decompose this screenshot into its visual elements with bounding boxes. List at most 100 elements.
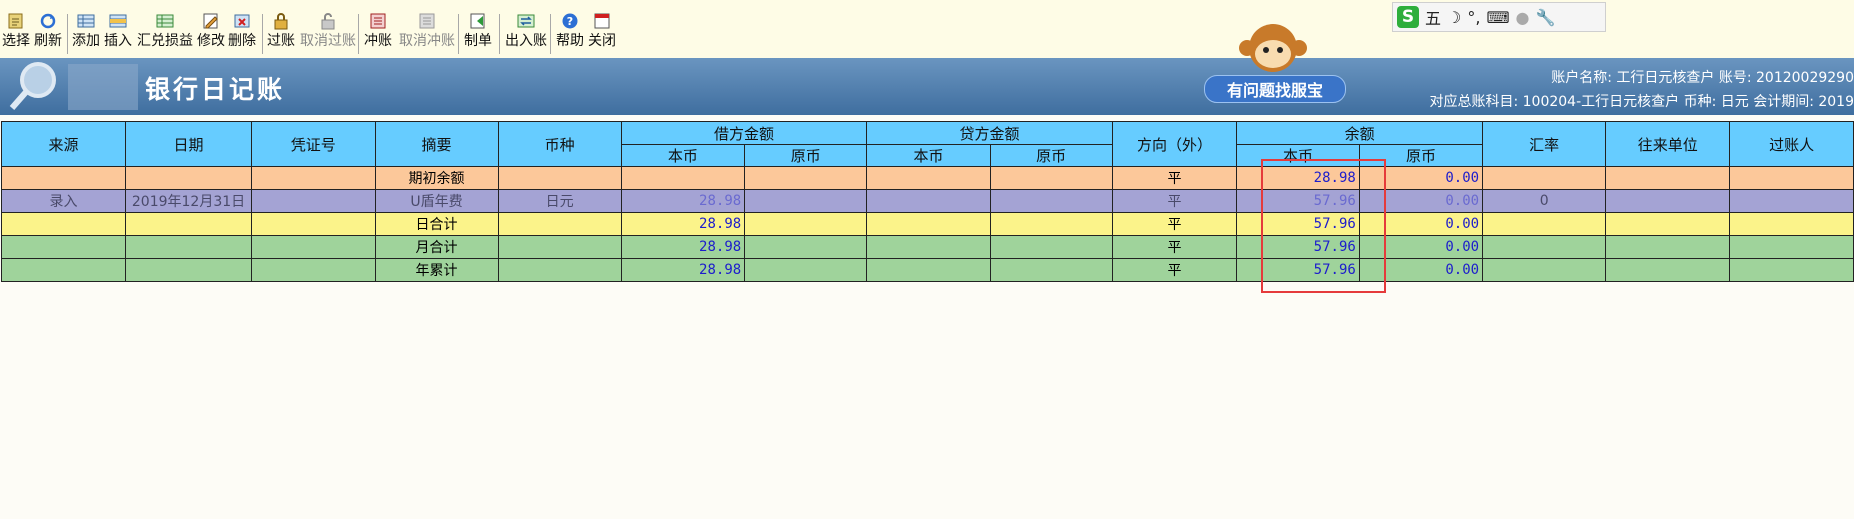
- cell-poster[interactable]: [1729, 235, 1854, 259]
- col-header-voucher[interactable]: 凭证号: [250, 121, 376, 167]
- table-row[interactable]: 年累计 28.98 平 57.96 0.00: [0, 258, 1854, 282]
- cell-credit-orig[interactable]: [989, 235, 1113, 259]
- col-header-credit-local[interactable]: 本币: [866, 144, 991, 167]
- cell-poster[interactable]: [1729, 212, 1854, 236]
- cell-voucher[interactable]: [250, 189, 376, 213]
- cell-debit-orig[interactable]: [744, 235, 868, 259]
- help-button[interactable]: ? 帮助: [556, 12, 584, 56]
- col-header-date[interactable]: 日期: [125, 121, 252, 167]
- cell-currency[interactable]: [497, 212, 622, 236]
- cell-voucher[interactable]: [250, 235, 376, 259]
- table-row[interactable]: 日合计 28.98 平 57.96 0.00: [0, 212, 1854, 236]
- cell-direction[interactable]: 平: [1111, 212, 1238, 236]
- moon-icon[interactable]: ☽: [1447, 8, 1461, 27]
- cell-credit-local[interactable]: [866, 258, 991, 282]
- keyboard-icon[interactable]: ⌨: [1486, 8, 1509, 27]
- cell-partner[interactable]: [1605, 258, 1731, 282]
- cell-debit-local[interactable]: 28.98: [620, 258, 746, 282]
- cell-voucher[interactable]: [250, 258, 376, 282]
- cell-summary[interactable]: 期初余额: [374, 166, 499, 190]
- cell-debit-local[interactable]: 28.98: [620, 235, 746, 259]
- cell-rate[interactable]: [1482, 166, 1607, 190]
- refresh-button[interactable]: 刷新: [34, 12, 62, 56]
- ime-mode[interactable]: 五: [1425, 5, 1441, 29]
- cell-direction[interactable]: 平: [1111, 166, 1238, 190]
- cell-currency[interactable]: [497, 258, 622, 282]
- cell-partner[interactable]: [1605, 166, 1731, 190]
- cell-debit-local[interactable]: 28.98: [620, 189, 746, 213]
- create-voucher-button[interactable]: 制单: [464, 12, 492, 56]
- cell-direction[interactable]: 平: [1111, 235, 1238, 259]
- table-row[interactable]: 录入 2019年12月31日 U盾年费 日元 28.98 平 57.96 0.00 0: [0, 189, 1854, 213]
- edit-button[interactable]: 修改: [197, 12, 225, 56]
- table-row[interactable]: 期初余额平 28.98 0.00: [0, 166, 1854, 190]
- exchange-gain-loss-button[interactable]: 汇兑损益: [137, 12, 193, 56]
- col-header-balance[interactable]: 余额: [1236, 121, 1484, 145]
- customer-service-button[interactable]: 有问题找服宝: [1204, 75, 1346, 103]
- cell-debit-local[interactable]: [620, 166, 746, 190]
- ime-toolbar[interactable]: S 五 ☽ °, ⌨ ● 🔧: [1392, 2, 1606, 32]
- cell-credit-local[interactable]: [866, 189, 991, 213]
- reverse-button[interactable]: 冲账: [364, 12, 392, 56]
- cell-source[interactable]: [0, 258, 127, 282]
- cell-summary[interactable]: U盾年费: [374, 189, 499, 213]
- cell-source[interactable]: [0, 235, 127, 259]
- cell-source[interactable]: [0, 166, 127, 190]
- col-header-rate[interactable]: 汇率: [1482, 121, 1607, 167]
- cell-date[interactable]: [125, 235, 252, 259]
- cell-poster[interactable]: [1729, 189, 1854, 213]
- cell-partner[interactable]: [1605, 235, 1731, 259]
- cell-poster[interactable]: [1729, 258, 1854, 282]
- col-header-credit-original[interactable]: 原币: [989, 144, 1113, 167]
- add-button[interactable]: 添加: [72, 12, 100, 56]
- cell-currency[interactable]: [497, 166, 622, 190]
- cell-credit-local[interactable]: [866, 212, 991, 236]
- cell-rate[interactable]: 0: [1482, 189, 1607, 213]
- col-header-partner[interactable]: 往来单位: [1605, 121, 1731, 167]
- col-header-debit[interactable]: 借方金额: [620, 121, 868, 145]
- cell-source[interactable]: 录入: [0, 189, 127, 213]
- cell-partner[interactable]: [1605, 212, 1731, 236]
- cell-credit-orig[interactable]: [989, 258, 1113, 282]
- cancel-reverse-button[interactable]: 取消冲账: [399, 12, 455, 56]
- cell-poster[interactable]: [1729, 166, 1854, 190]
- cell-debit-orig[interactable]: [744, 189, 868, 213]
- cell-debit-orig[interactable]: [744, 166, 868, 190]
- insert-button[interactable]: 插入: [104, 12, 132, 56]
- cancel-post-button[interactable]: 取消过账: [300, 12, 356, 56]
- col-header-debit-original[interactable]: 原币: [744, 144, 868, 167]
- cell-direction[interactable]: 平: [1111, 258, 1238, 282]
- cell-rate[interactable]: [1482, 235, 1607, 259]
- table-row[interactable]: 月合计 28.98 平 57.96 0.00: [0, 235, 1854, 259]
- in-out-account-button[interactable]: 出入账: [505, 12, 547, 56]
- cell-rate[interactable]: [1482, 258, 1607, 282]
- cell-currency[interactable]: [497, 235, 622, 259]
- wrench-icon[interactable]: 🔧: [1536, 8, 1556, 27]
- col-header-summary[interactable]: 摘要: [374, 121, 499, 167]
- delete-button[interactable]: 删除: [228, 12, 256, 56]
- cell-voucher[interactable]: [250, 212, 376, 236]
- cell-credit-local[interactable]: [866, 166, 991, 190]
- cell-date[interactable]: [125, 212, 252, 236]
- cell-summary[interactable]: 月合计: [374, 235, 499, 259]
- cell-debit-local[interactable]: 28.98: [620, 212, 746, 236]
- col-header-currency[interactable]: 币种: [497, 121, 622, 167]
- cell-rate[interactable]: [1482, 212, 1607, 236]
- cell-credit-orig[interactable]: [989, 166, 1113, 190]
- close-button[interactable]: 关闭: [588, 12, 616, 56]
- col-header-source[interactable]: 来源: [0, 121, 127, 167]
- cell-summary[interactable]: 年累计: [374, 258, 499, 282]
- col-header-debit-local[interactable]: 本币: [620, 144, 746, 167]
- cell-currency[interactable]: 日元: [497, 189, 622, 213]
- select-button[interactable]: 选择: [2, 12, 30, 56]
- col-header-direction[interactable]: 方向（外）: [1111, 121, 1238, 167]
- cell-date[interactable]: [125, 166, 252, 190]
- punctuation-icon[interactable]: °,: [1467, 8, 1480, 27]
- cell-credit-orig[interactable]: [989, 212, 1113, 236]
- cell-source[interactable]: [0, 212, 127, 236]
- cell-partner[interactable]: [1605, 189, 1731, 213]
- cell-credit-local[interactable]: [866, 235, 991, 259]
- cell-credit-orig[interactable]: [989, 189, 1113, 213]
- post-button[interactable]: 过账: [267, 12, 295, 56]
- cell-debit-orig[interactable]: [744, 212, 868, 236]
